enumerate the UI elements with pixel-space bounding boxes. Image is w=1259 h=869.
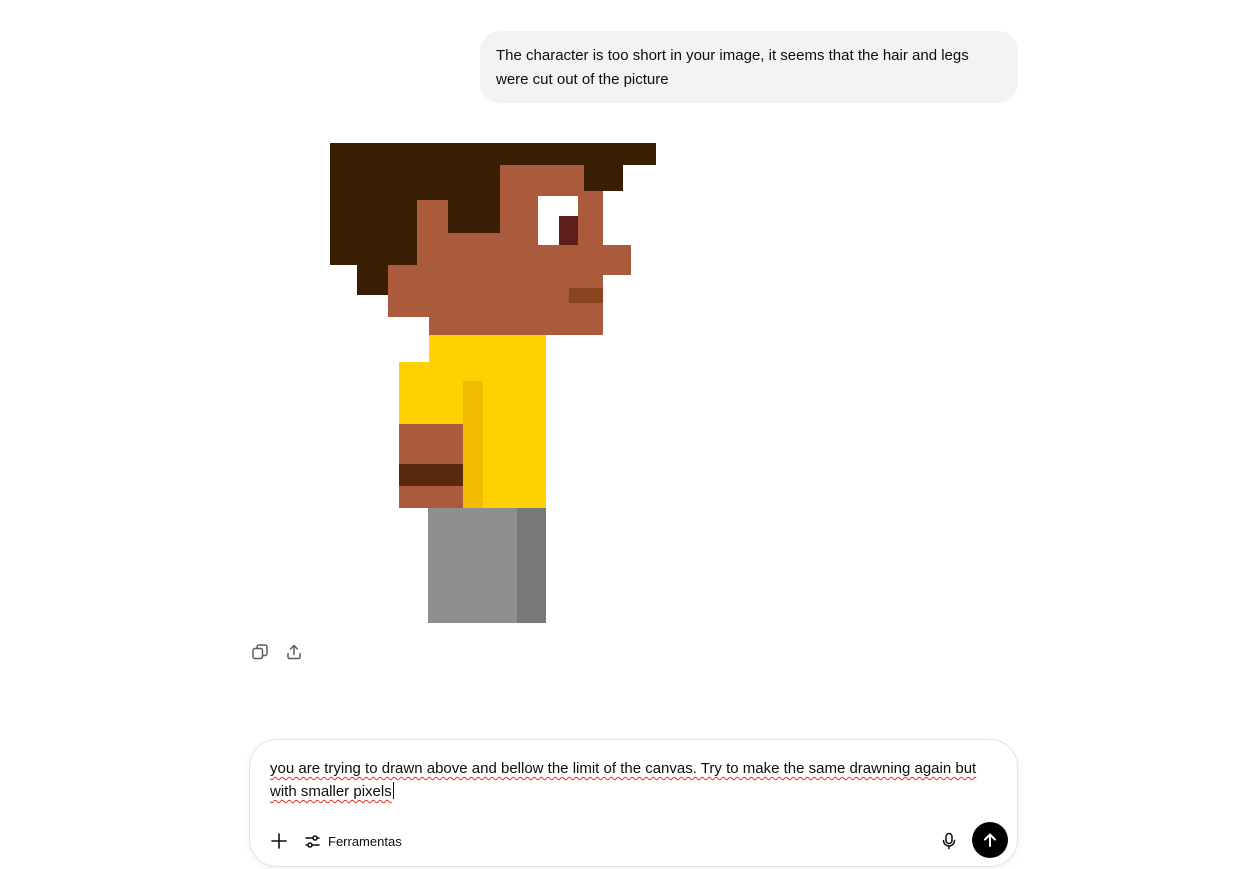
bracelet [399,464,463,486]
tools-label: Ferramentas [328,833,402,849]
chin [429,317,603,335]
text-caret [392,782,394,799]
hair-top [330,143,656,165]
arrow-up-icon [984,833,996,847]
pants [428,508,517,623]
face-temple [417,200,448,233]
shirt-sleeve [399,362,463,424]
user-message-text: The character is too short in your image… [496,47,969,88]
eye-pupil [559,216,578,245]
plus-icon [271,833,287,849]
copy-button[interactable] [249,641,271,663]
sliders-icon [305,834,320,848]
pants-shade [517,508,546,623]
share-icon [287,644,301,660]
mouth [569,288,603,303]
copy-icon [252,644,268,660]
voice-input-button[interactable] [936,828,962,854]
chat-page: The character is too short in your image… [0,0,1259,869]
microphone-icon [942,832,956,850]
shirt-shade [463,381,483,508]
prompt-input[interactable]: you are trying to drawn above and bellow… [270,757,1005,803]
hair-fringe [584,165,623,191]
user-message-bubble: The character is too short in your image… [480,31,1018,103]
message-actions [249,641,305,663]
add-attachment-button[interactable] [266,828,292,854]
send-button[interactable] [972,822,1008,858]
hair-back [330,165,500,233]
message-composer: you are trying to drawn above and bellow… [249,739,1018,867]
hair-side [330,233,417,265]
hair-nape [357,265,388,295]
tools-button[interactable]: Ferramentas [304,828,402,854]
share-button[interactable] [283,641,305,663]
prompt-input-text: you are trying to drawn above and bellow… [270,760,977,800]
nose [603,245,631,275]
